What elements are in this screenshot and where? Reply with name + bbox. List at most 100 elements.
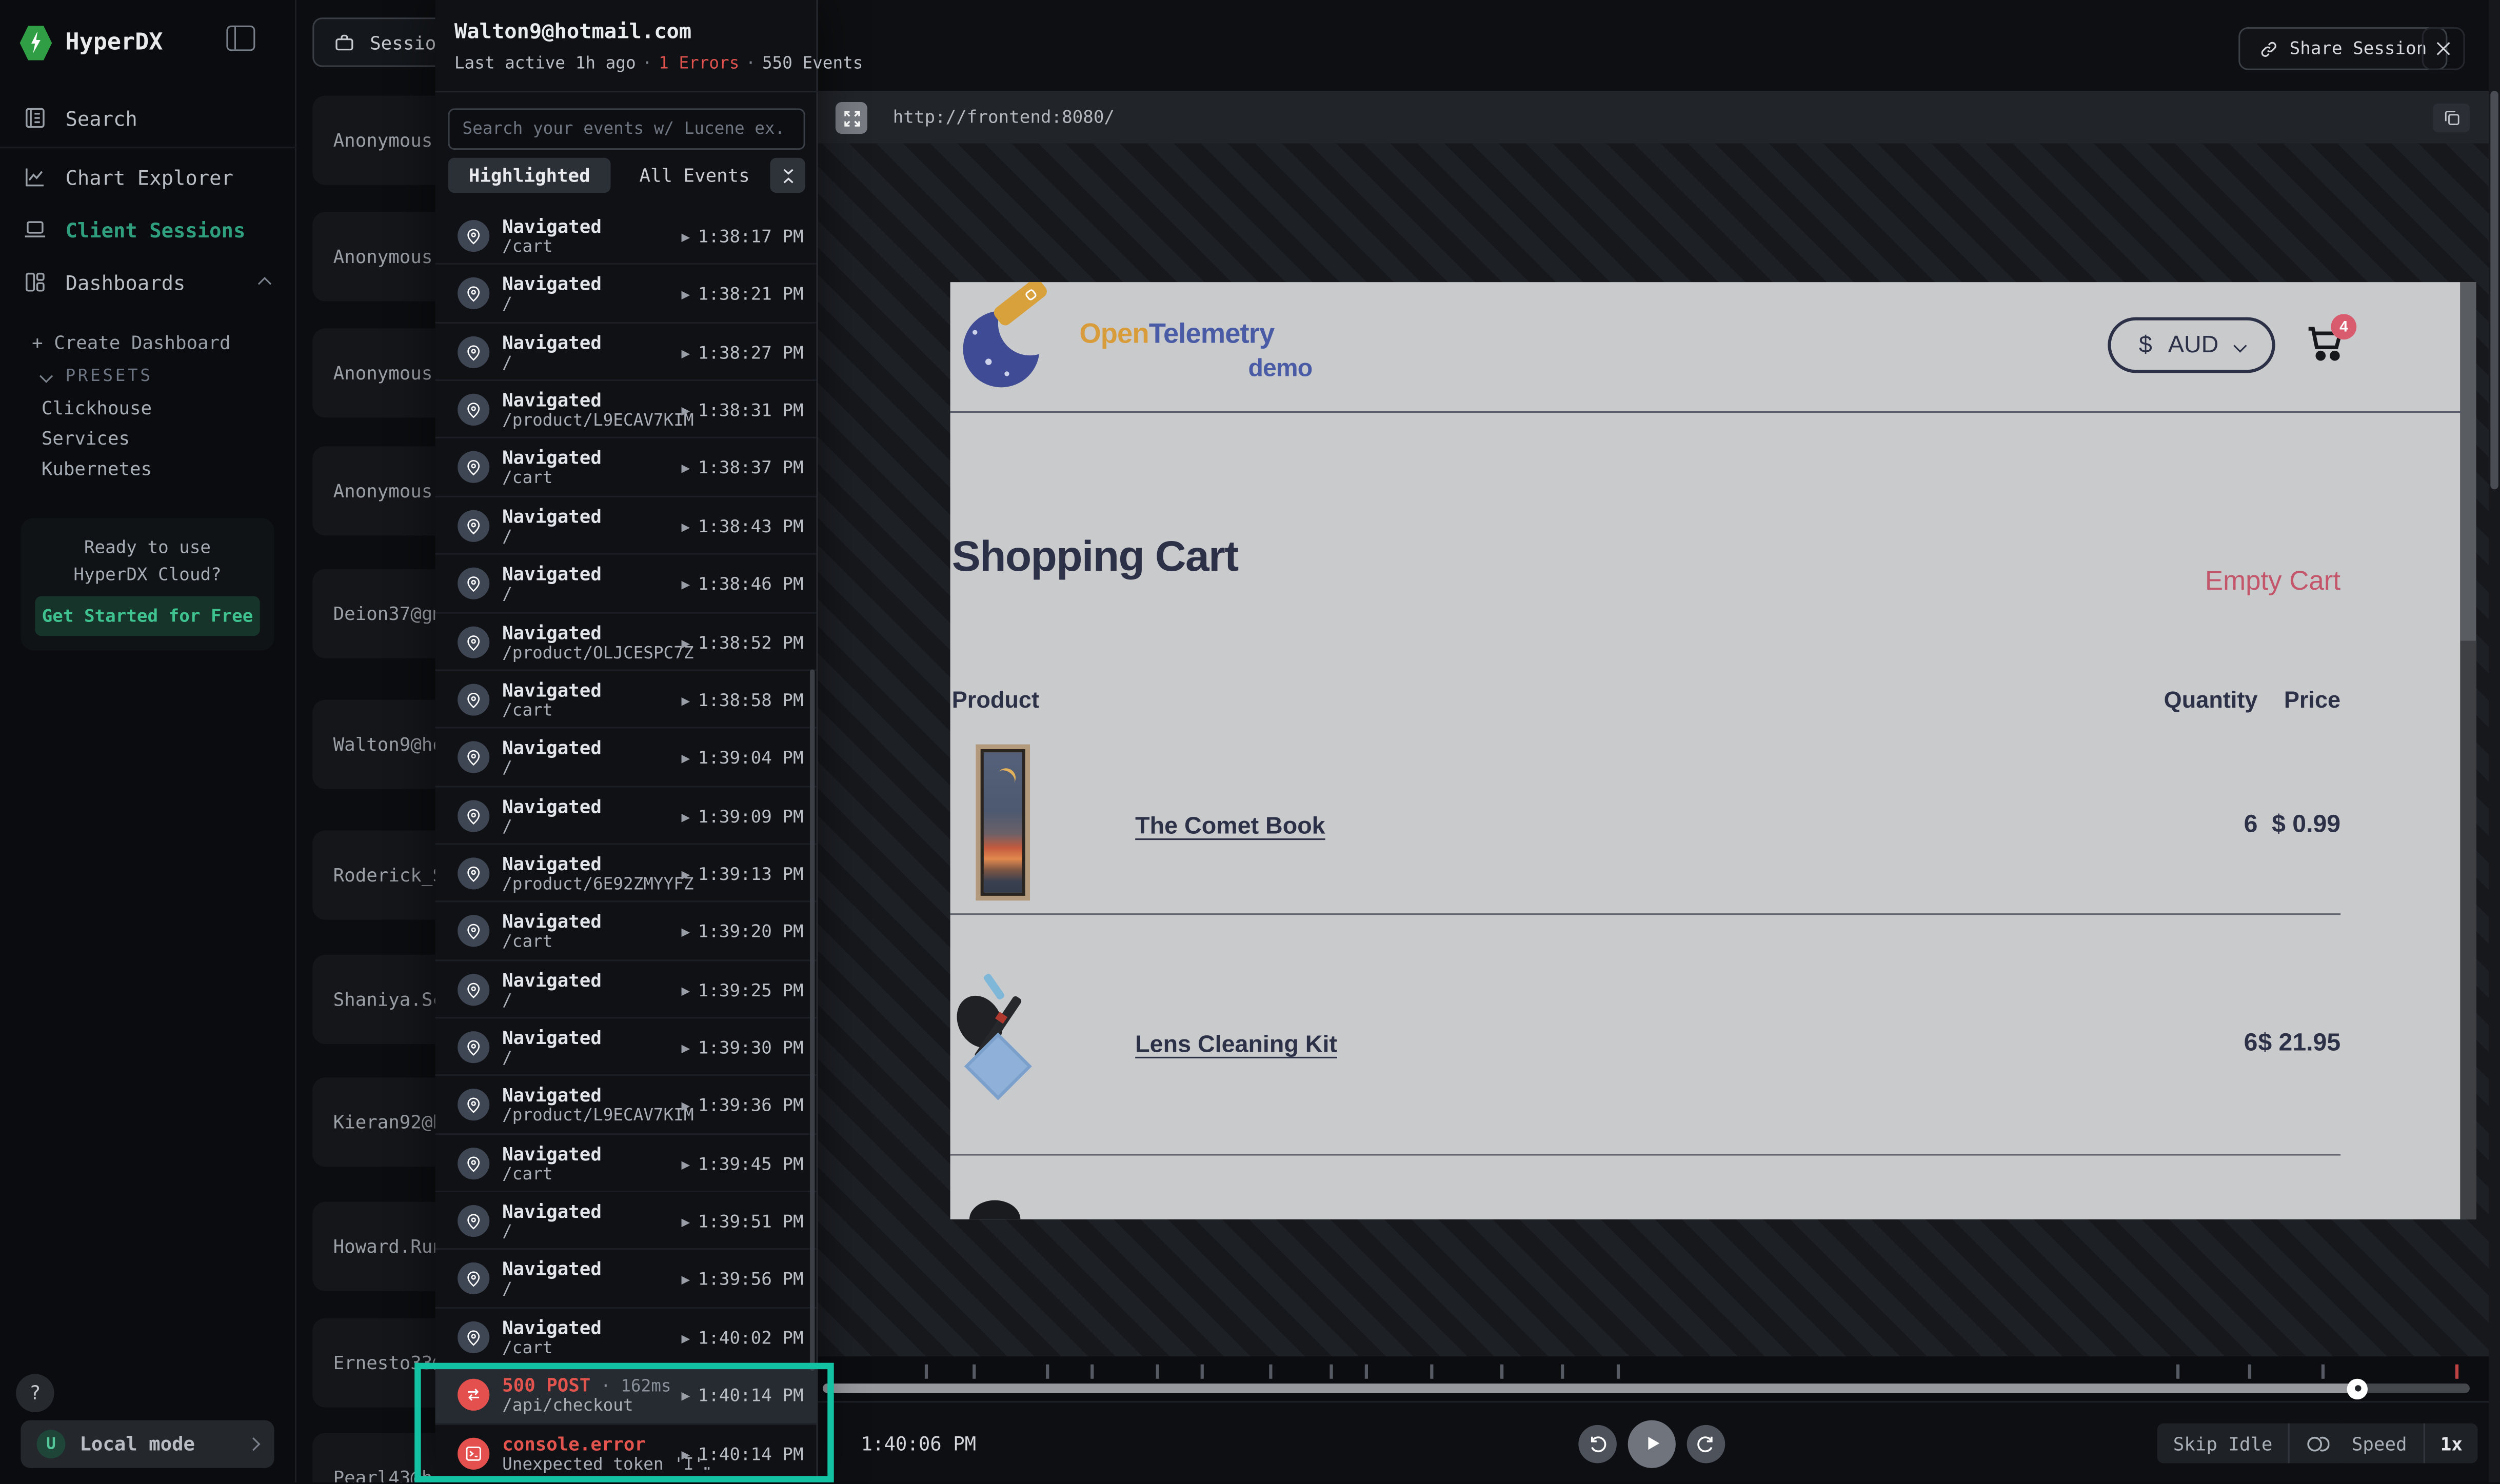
fast-forward-button[interactable] (1687, 1424, 1725, 1462)
link-icon (2259, 39, 2278, 58)
event-search-input[interactable] (448, 108, 805, 150)
sidebar-item-clickhouse[interactable]: Clickhouse (0, 392, 296, 423)
event-row[interactable]: Navigated/▶1:38:43 PM (435, 497, 817, 555)
event-title: Navigated (502, 1085, 602, 1107)
session-list-item[interactable]: Anonymous (312, 96, 435, 185)
event-row[interactable]: Navigated/▶1:39:04 PM (435, 729, 817, 787)
sidebar-item-dashboards[interactable]: Dashboards (0, 256, 296, 307)
event-title: Navigated (502, 1027, 602, 1049)
cart-count-badge: 4 (2331, 314, 2356, 339)
event-list: Navigated/cart▶1:38:17 PMNavigated/▶1:38… (435, 207, 817, 1482)
event-row[interactable]: Navigated/cart▶1:38:58 PM (435, 671, 817, 729)
local-mode-menu[interactable]: U Local mode (21, 1420, 274, 1468)
otel-demo-logo-icon[interactable] (963, 305, 1046, 388)
page-title: Shopping Cart (952, 532, 1238, 581)
sidebar-collapse-icon[interactable] (226, 26, 255, 51)
product-link[interactable]: The Comet Book (1135, 813, 1325, 840)
play-from-event-icon: ▶ (681, 695, 690, 708)
page-scrollbar[interactable] (2460, 282, 2476, 1219)
event-time: ▶1:39:20 PM (681, 922, 803, 942)
location-pin-icon (458, 973, 489, 1005)
event-row[interactable]: Navigated/product/OLJCESPC7Z▶1:38:52 PM (435, 613, 817, 671)
event-title: Navigated (502, 621, 602, 644)
sidebar-item-chart-explorer[interactable]: Chart Explorer (0, 151, 296, 202)
event-row[interactable]: Navigated/▶1:39:51 PM (435, 1192, 817, 1250)
event-row[interactable]: Navigated/▶1:39:25 PM (435, 960, 817, 1018)
copy-url-button[interactable] (2433, 104, 2469, 132)
empty-cart-button[interactable]: Empty Cart (2021, 566, 2340, 597)
replay-timeline[interactable] (818, 1356, 2500, 1401)
event-row[interactable]: Navigated/cart▶1:38:17 PM (435, 207, 817, 265)
event-time: ▶1:38:31 PM (681, 400, 803, 420)
event-row[interactable]: Navigated/product/L9ECAV7KIM▶1:38:31 PM (435, 381, 817, 439)
sidebar-item-services[interactable]: Services (0, 423, 296, 453)
event-row[interactable]: Navigated/cart▶1:38:37 PM (435, 439, 817, 497)
maximize-button[interactable] (836, 102, 867, 134)
toggle-icon (2306, 1434, 2330, 1453)
share-session-button[interactable]: Share Session (2238, 27, 2447, 70)
speed-label[interactable]: Speed (2336, 1423, 2423, 1463)
event-list-scrollbar[interactable] (810, 670, 815, 1371)
session-list-item[interactable]: Kieran92@h (312, 1077, 435, 1167)
play-button[interactable] (1628, 1419, 1676, 1467)
timeline-error-tick (2455, 1365, 2458, 1379)
event-row[interactable]: Navigated/▶1:38:27 PM (435, 323, 817, 381)
play-from-event-icon: ▶ (681, 579, 690, 592)
sidebar-item-kubernetes[interactable]: Kubernetes (0, 453, 296, 483)
sidebar-item-label: Client Sessions (65, 217, 245, 242)
session-list-item[interactable]: Deion37@gm (312, 569, 435, 658)
collapse-events-button[interactable] (770, 158, 805, 193)
event-row[interactable]: Navigated/cart▶1:39:45 PM (435, 1134, 817, 1192)
timeline-playhead[interactable] (2347, 1378, 2368, 1398)
session-list-item[interactable]: Anonymous (312, 446, 435, 535)
session-list-item[interactable]: Shaniya.Sc (312, 955, 435, 1044)
event-time: ▶1:39:25 PM (681, 980, 803, 1000)
event-path: / (502, 1222, 512, 1241)
session-list-item[interactable]: Anonymous (312, 328, 435, 417)
event-title: Navigated (502, 273, 602, 296)
play-from-event-icon: ▶ (681, 927, 690, 939)
session-list-item[interactable]: Walton9@ho (312, 700, 435, 789)
get-started-button[interactable]: Get Started for Free (35, 596, 260, 636)
divider (950, 1154, 2341, 1155)
currency-selector[interactable]: $ AUD (2108, 317, 2275, 373)
tab-sessions[interactable]: Sessions (312, 17, 435, 67)
event-title: Navigated (502, 1316, 602, 1339)
timeline-track[interactable] (823, 1383, 2470, 1392)
create-dashboard-button[interactable]: + Create Dashboard (0, 327, 296, 357)
event-row[interactable]: Navigated/cart▶1:39:20 PM (435, 903, 817, 960)
tab-all-events[interactable]: All Events (627, 158, 763, 193)
event-title: Navigated (502, 1258, 602, 1281)
event-row[interactable]: Navigated/product/L9ECAV7KIM▶1:39:36 PM (435, 1076, 817, 1134)
help-button[interactable]: ? (16, 1374, 54, 1412)
event-row[interactable]: Navigated/cart▶1:40:02 PM (435, 1308, 817, 1366)
event-row[interactable]: Navigated/▶1:39:30 PM (435, 1018, 817, 1076)
hyperdx-app: HyperDX Search Chart Explorer Client Ses… (0, 0, 2500, 1482)
timeline-tick (2247, 1365, 2250, 1379)
tab-highlighted[interactable]: Highlighted (448, 158, 611, 193)
event-time: ▶1:39:04 PM (681, 748, 803, 769)
event-row[interactable]: Navigated/▶1:38:46 PM (435, 555, 817, 613)
session-list-item[interactable]: Anonymous (312, 212, 435, 301)
event-path: /product/L9ECAV7KIM (502, 411, 693, 430)
skip-idle-control: Skip Idle (2157, 1423, 2346, 1463)
cart-button[interactable]: 4 (2304, 320, 2352, 368)
event-row[interactable]: Navigated/product/6E92ZMYYFZ▶1:39:13 PM (435, 845, 817, 903)
close-session-button[interactable] (2422, 27, 2465, 70)
session-list-item[interactable]: Roderick_S (312, 830, 435, 919)
event-row[interactable]: Navigated/▶1:38:21 PM (435, 265, 817, 323)
event-row[interactable]: Navigated/▶1:39:09 PM (435, 787, 817, 845)
product-link[interactable]: Lens Cleaning Kit (1135, 1031, 1337, 1058)
window-scrollbar[interactable] (2489, 0, 2500, 1482)
sidebar-item-client-sessions[interactable]: Client Sessions (0, 204, 296, 255)
session-list-item[interactable]: Howard.Run (312, 1202, 435, 1291)
currency-code: AUD (2168, 332, 2218, 359)
collapse-icon (777, 165, 798, 186)
rewind-button[interactable] (1578, 1424, 1617, 1462)
sidebar-item-search[interactable]: Search (0, 92, 296, 143)
event-row[interactable]: Navigated/▶1:39:56 PM (435, 1250, 817, 1308)
presets-toggle[interactable]: PRESETS (0, 360, 296, 390)
divider (435, 91, 818, 92)
speed-value[interactable]: 1x (2425, 1423, 2478, 1463)
timeline-tick (1156, 1365, 1159, 1379)
